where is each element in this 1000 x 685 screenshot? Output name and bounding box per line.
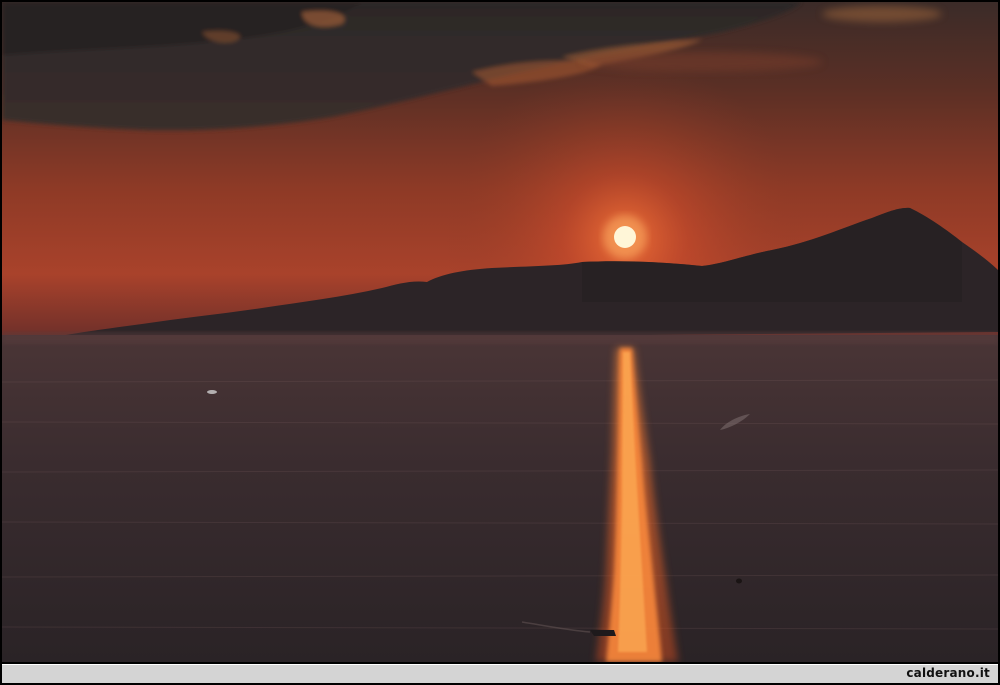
sea <box>2 335 998 662</box>
caption-bar: calderano.it <box>2 664 998 683</box>
photo-frame: calderano.it <box>0 0 1000 685</box>
sunset-scene <box>2 2 998 662</box>
sunset-photo <box>2 2 998 662</box>
buoy <box>736 578 742 584</box>
motorboat <box>590 630 616 636</box>
horizon-haze <box>2 332 998 344</box>
small-boat-left <box>207 390 217 394</box>
watermark-text: calderano.it <box>906 666 990 680</box>
sun <box>614 226 636 248</box>
